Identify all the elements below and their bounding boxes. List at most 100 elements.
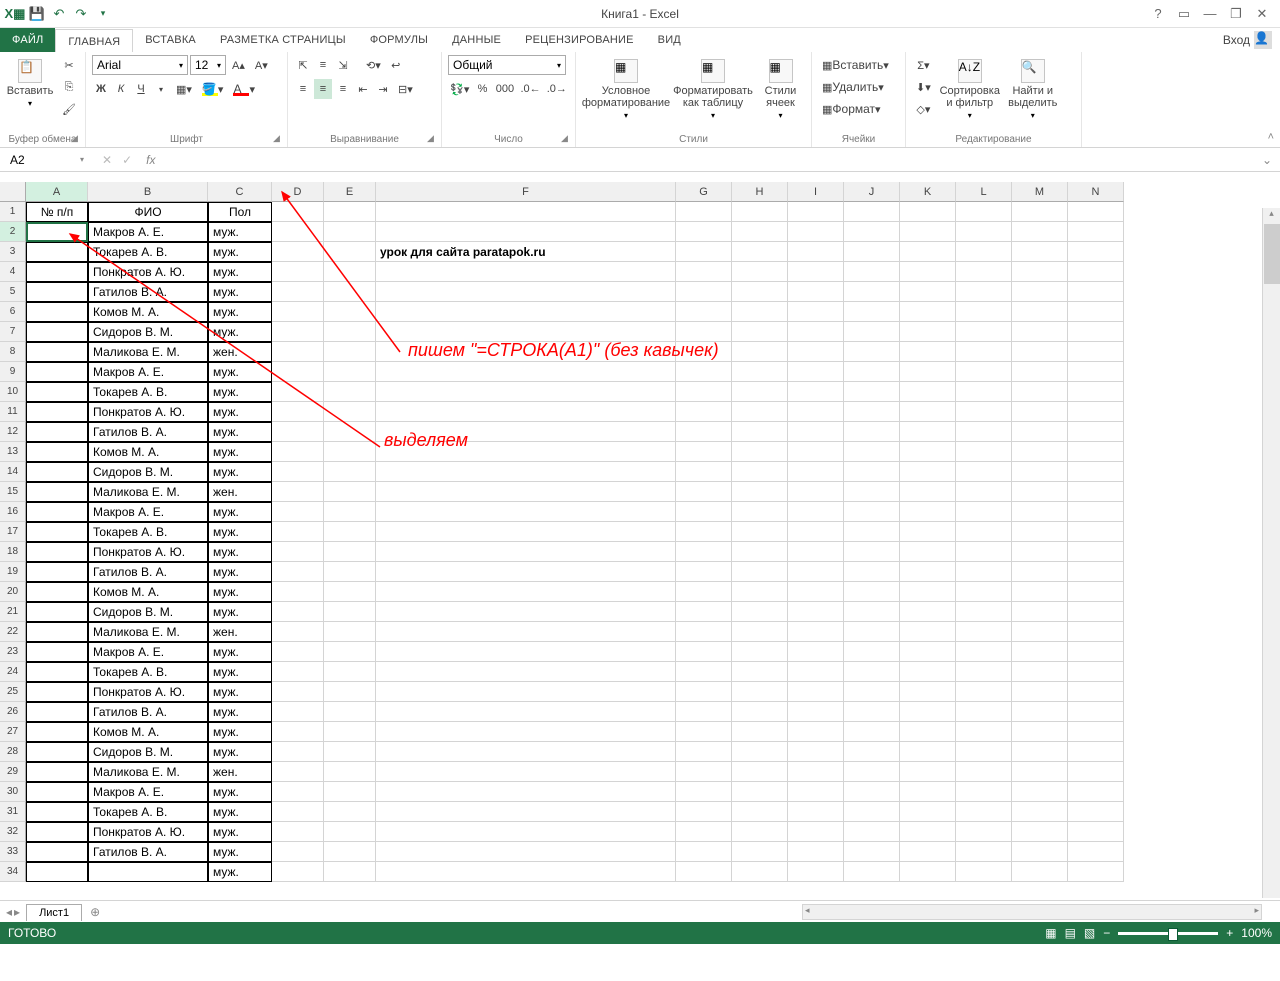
cell[interactable] (900, 522, 956, 542)
cell[interactable] (732, 482, 788, 502)
cell[interactable] (272, 242, 324, 262)
row-header[interactable]: 30 (0, 782, 26, 802)
cell[interactable] (732, 342, 788, 362)
cell[interactable] (844, 482, 900, 502)
cell[interactable] (272, 762, 324, 782)
cell[interactable] (788, 422, 844, 442)
cell[interactable] (1068, 542, 1124, 562)
cell[interactable] (376, 562, 676, 582)
cell[interactable] (324, 382, 376, 402)
cell[interactable] (956, 522, 1012, 542)
cell[interactable] (844, 802, 900, 822)
cell[interactable] (1012, 562, 1068, 582)
cell[interactable] (900, 602, 956, 622)
cell[interactable] (788, 482, 844, 502)
cell[interactable] (324, 242, 376, 262)
cell[interactable] (788, 642, 844, 662)
cell[interactable] (1012, 622, 1068, 642)
expand-formula-icon[interactable]: ⌄ (1254, 153, 1280, 167)
cell[interactable]: муж. (208, 242, 272, 262)
cell[interactable] (88, 862, 208, 882)
cell[interactable] (324, 762, 376, 782)
cell[interactable] (26, 662, 88, 682)
cell-styles-button[interactable]: ▦Стили ячеек▾ (756, 55, 805, 124)
cell[interactable] (272, 542, 324, 562)
cell[interactable] (900, 482, 956, 502)
cell[interactable]: муж. (208, 602, 272, 622)
cell[interactable] (1068, 762, 1124, 782)
cell[interactable]: жен. (208, 482, 272, 502)
row-header[interactable]: 1 (0, 202, 26, 222)
cell[interactable] (900, 202, 956, 222)
cell[interactable] (1068, 322, 1124, 342)
cell[interactable]: муж. (208, 822, 272, 842)
cell[interactable] (272, 842, 324, 862)
cell[interactable] (1068, 222, 1124, 242)
cell[interactable]: муж. (208, 662, 272, 682)
cell[interactable] (1068, 462, 1124, 482)
cell[interactable] (956, 742, 1012, 762)
cell[interactable] (1012, 642, 1068, 662)
format-table-button[interactable]: ▦Форматировать как таблицу▾ (674, 55, 752, 124)
row-header[interactable]: 24 (0, 662, 26, 682)
cell[interactable] (732, 362, 788, 382)
cell[interactable] (1068, 262, 1124, 282)
cell[interactable] (1068, 682, 1124, 702)
cell[interactable] (844, 762, 900, 782)
cell[interactable] (956, 262, 1012, 282)
cell[interactable] (272, 522, 324, 542)
cell[interactable] (900, 622, 956, 642)
cell[interactable] (324, 342, 376, 362)
cell[interactable] (324, 542, 376, 562)
row-header[interactable]: 25 (0, 682, 26, 702)
cell[interactable] (376, 382, 676, 402)
cell[interactable] (376, 862, 676, 882)
insert-cells-button[interactable]: ▦ Вставить ▾ (818, 55, 904, 75)
cell[interactable]: муж. (208, 322, 272, 342)
undo-icon[interactable]: ↶ (50, 5, 68, 23)
cell[interactable] (1012, 422, 1068, 442)
cell[interactable] (324, 302, 376, 322)
cell[interactable] (26, 782, 88, 802)
cell[interactable]: Макров А. Е. (88, 502, 208, 522)
col-header-D[interactable]: D (272, 182, 324, 202)
cell[interactable] (788, 542, 844, 562)
row-header[interactable]: 15 (0, 482, 26, 502)
cell[interactable] (1068, 482, 1124, 502)
cell[interactable] (272, 222, 324, 242)
cell[interactable] (788, 662, 844, 682)
cell[interactable] (732, 282, 788, 302)
decrease-decimal-icon[interactable]: .0→ (545, 79, 569, 99)
cell[interactable] (26, 242, 88, 262)
cell[interactable] (732, 782, 788, 802)
align-center-icon[interactable]: ≡ (314, 79, 332, 99)
cell[interactable] (900, 662, 956, 682)
cell[interactable] (788, 682, 844, 702)
cell[interactable] (1012, 382, 1068, 402)
cell[interactable] (732, 222, 788, 242)
cell[interactable] (324, 362, 376, 382)
cell[interactable] (272, 422, 324, 442)
cell[interactable] (844, 302, 900, 322)
cell[interactable] (900, 322, 956, 342)
cell[interactable] (272, 602, 324, 622)
cell[interactable] (376, 802, 676, 822)
cell[interactable] (844, 322, 900, 342)
row-header[interactable]: 29 (0, 762, 26, 782)
select-all-corner[interactable] (0, 182, 26, 202)
cell[interactable] (732, 382, 788, 402)
cell[interactable] (1012, 362, 1068, 382)
cell[interactable]: Сидоров В. М. (88, 462, 208, 482)
cell[interactable] (26, 622, 88, 642)
cell[interactable] (272, 462, 324, 482)
cell[interactable] (1012, 202, 1068, 222)
row-header[interactable]: 23 (0, 642, 26, 662)
cell[interactable] (1012, 322, 1068, 342)
cell[interactable] (272, 322, 324, 342)
cell[interactable] (732, 442, 788, 462)
cell[interactable]: жен. (208, 342, 272, 362)
cell[interactable] (1012, 262, 1068, 282)
cell[interactable]: Понкратов А. Ю. (88, 262, 208, 282)
save-icon[interactable]: 💾 (28, 5, 46, 23)
decrease-font-icon[interactable]: A▾ (251, 55, 272, 75)
